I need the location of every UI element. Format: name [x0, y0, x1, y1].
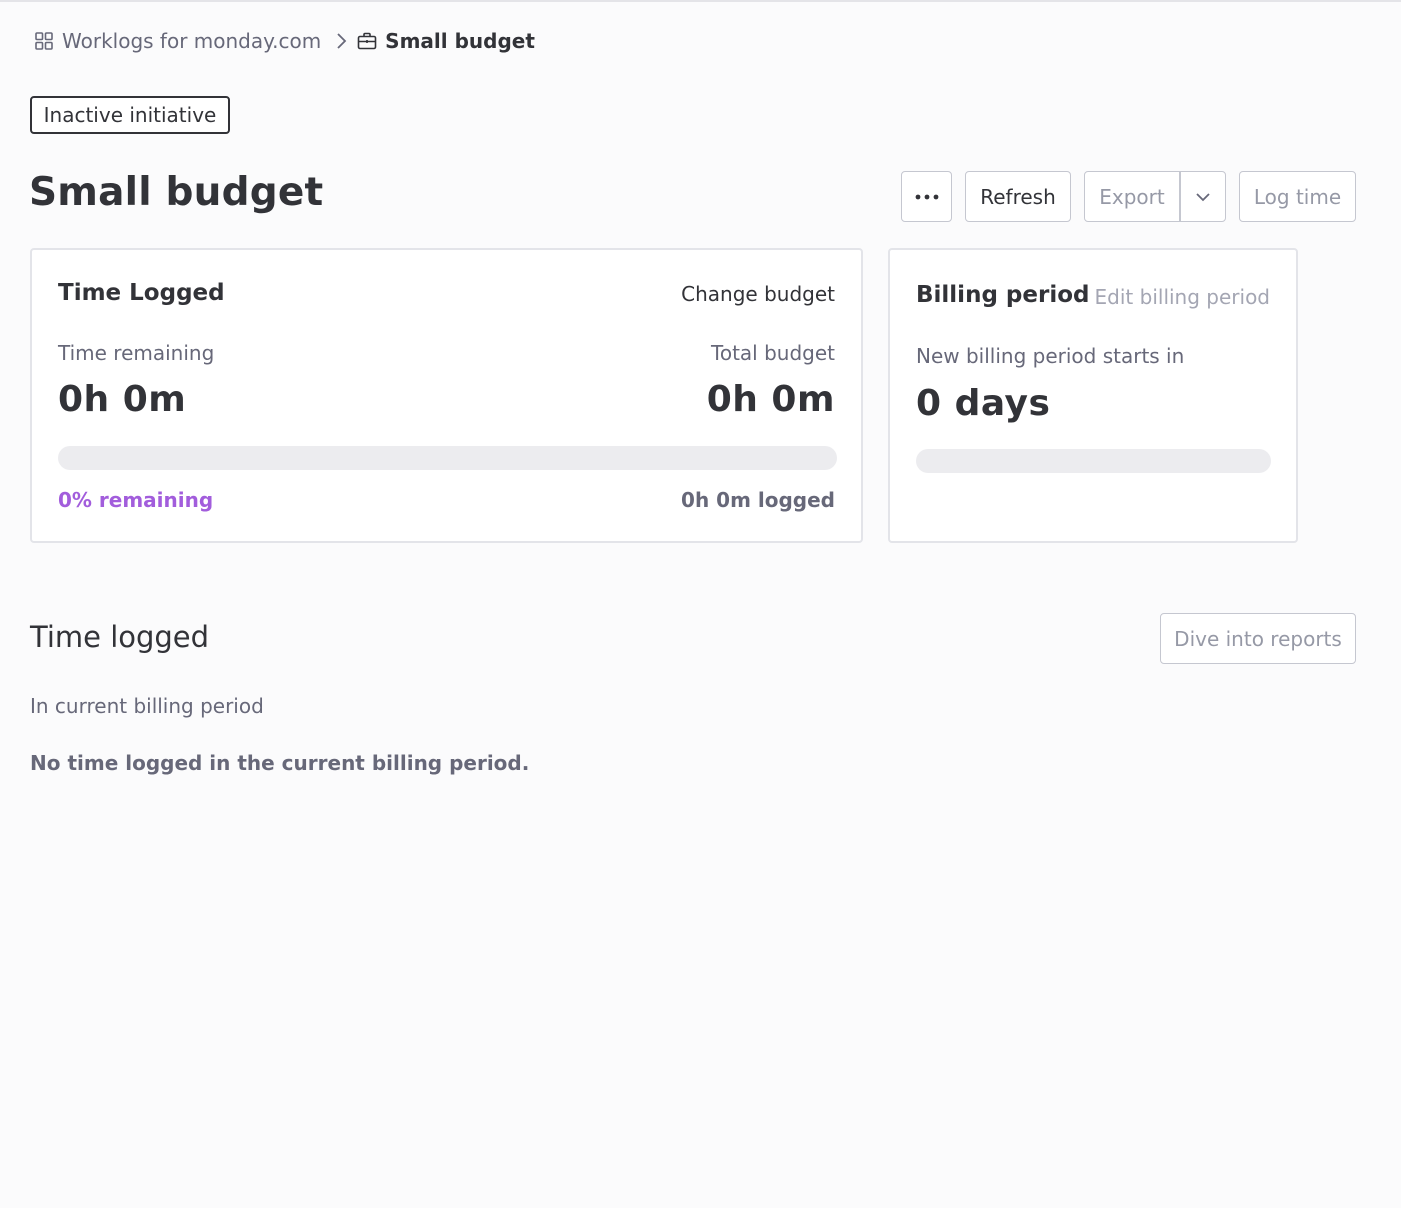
top-border	[0, 0, 1401, 2]
time-logged-card: Time Logged Change budget Time remaining…	[30, 248, 863, 543]
grid-icon[interactable]	[34, 31, 54, 51]
chevron-right-icon	[335, 32, 347, 50]
billing-starts-value: 0 days	[916, 383, 1051, 424]
billing-period-card: Billing period Edit billing period New b…	[888, 248, 1298, 543]
breadcrumb-current: Small budget	[385, 29, 535, 53]
log-time-button[interactable]: Log time	[1239, 171, 1356, 222]
logged-total: 0h 0m logged	[681, 488, 835, 512]
status-badge: Inactive initiative	[30, 96, 230, 134]
billing-period-subtitle: In current billing period	[30, 694, 264, 718]
breadcrumb-root-link[interactable]: Worklogs for monday.com	[62, 29, 321, 53]
chevron-down-icon[interactable]	[1181, 172, 1226, 221]
refresh-button[interactable]: Refresh	[965, 171, 1071, 222]
time-remaining-value: 0h 0m	[58, 379, 187, 420]
card-title-time-logged: Time Logged	[58, 280, 225, 306]
change-budget-link[interactable]: Change budget	[681, 282, 835, 306]
more-dots-icon	[915, 194, 938, 199]
card-title-billing-period: Billing period	[916, 282, 1090, 308]
breadcrumb: Worklogs for monday.com Small budget	[34, 27, 535, 55]
edit-billing-period-link[interactable]: Edit billing period	[1095, 285, 1270, 309]
more-options-button[interactable]	[901, 171, 952, 222]
time-progress-bar	[58, 446, 837, 470]
total-budget-label: Total budget	[711, 341, 835, 365]
total-budget-value: 0h 0m	[706, 379, 835, 420]
export-label[interactable]: Export	[1085, 185, 1179, 209]
time-logged-heading: Time logged	[30, 620, 210, 654]
dive-into-reports-button[interactable]: Dive into reports	[1160, 613, 1356, 664]
briefcase-icon	[357, 31, 377, 51]
billing-starts-label: New billing period starts in	[916, 344, 1185, 368]
export-button[interactable]: Export	[1084, 171, 1226, 222]
time-remaining-label: Time remaining	[58, 341, 215, 365]
empty-state-message: No time logged in the current billing pe…	[30, 751, 530, 775]
remaining-percent: 0% remaining	[58, 488, 214, 512]
billing-progress-bar	[916, 449, 1271, 473]
page-title: Small budget	[29, 170, 324, 215]
